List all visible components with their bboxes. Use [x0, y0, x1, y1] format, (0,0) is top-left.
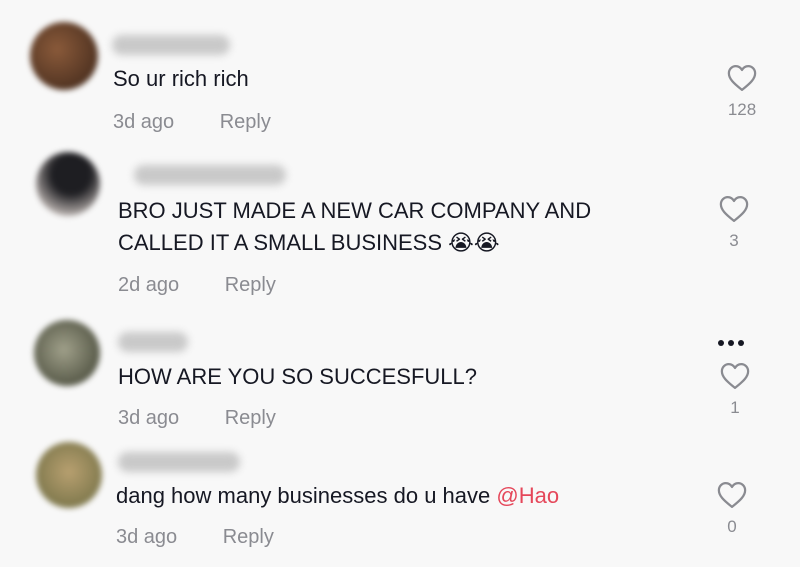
mention-link[interactable]: @Hao — [496, 483, 559, 508]
comment-age: 3d ago — [116, 526, 178, 548]
username-blurred[interactable] — [112, 35, 230, 55]
like-control: 3 — [714, 195, 754, 251]
comment-age: 3d ago — [118, 407, 180, 429]
reply-button[interactable]: Reply — [225, 274, 276, 296]
like-count: 3 — [729, 231, 739, 250]
comment-meta: 3d ago Reply — [113, 111, 271, 134]
like-count: 128 — [727, 100, 757, 119]
comment-age: 3d ago — [113, 111, 175, 133]
comment-meta: 2d ago Reply — [118, 274, 276, 297]
like-count: 1 — [730, 398, 740, 417]
avatar[interactable] — [36, 152, 100, 216]
username-blurred[interactable] — [118, 452, 240, 472]
avatar[interactable] — [36, 442, 102, 508]
comment-text-line: BRO JUST MADE A NEW CAR COMPANY AND — [118, 198, 592, 223]
heart-outline-icon[interactable] — [727, 64, 757, 92]
comment-text: BRO JUST MADE A NEW CAR COMPANY AND CALL… — [118, 195, 591, 259]
comment-age: 2d ago — [118, 274, 180, 296]
avatar[interactable] — [30, 22, 98, 90]
reply-button[interactable]: Reply — [225, 407, 276, 429]
heart-outline-icon[interactable] — [720, 362, 750, 390]
comment-meta: 3d ago Reply — [116, 526, 274, 549]
username-blurred[interactable] — [134, 165, 286, 185]
like-control: 0 — [712, 481, 752, 537]
reply-button[interactable]: Reply — [220, 111, 271, 133]
comment-meta: 3d ago Reply — [118, 407, 276, 430]
comment-text: HOW ARE YOU SO SUCCESFULL? — [118, 364, 478, 389]
comment-text-line: CALLED IT A SMALL BUSINESS 😭😭 — [118, 230, 500, 255]
like-control: 128 — [722, 64, 762, 120]
heart-outline-icon[interactable] — [717, 481, 747, 509]
avatar[interactable] — [34, 320, 100, 386]
comment-text: So ur rich rich — [113, 66, 249, 91]
like-control: 1 — [715, 362, 755, 418]
heart-outline-icon[interactable] — [719, 195, 749, 223]
reply-button[interactable]: Reply — [223, 526, 274, 548]
comment-text: dang how many businesses do u have @Hao — [116, 483, 560, 508]
username-blurred[interactable] — [118, 332, 188, 352]
like-count: 0 — [727, 517, 737, 536]
more-dots-icon[interactable] — [718, 333, 752, 347]
